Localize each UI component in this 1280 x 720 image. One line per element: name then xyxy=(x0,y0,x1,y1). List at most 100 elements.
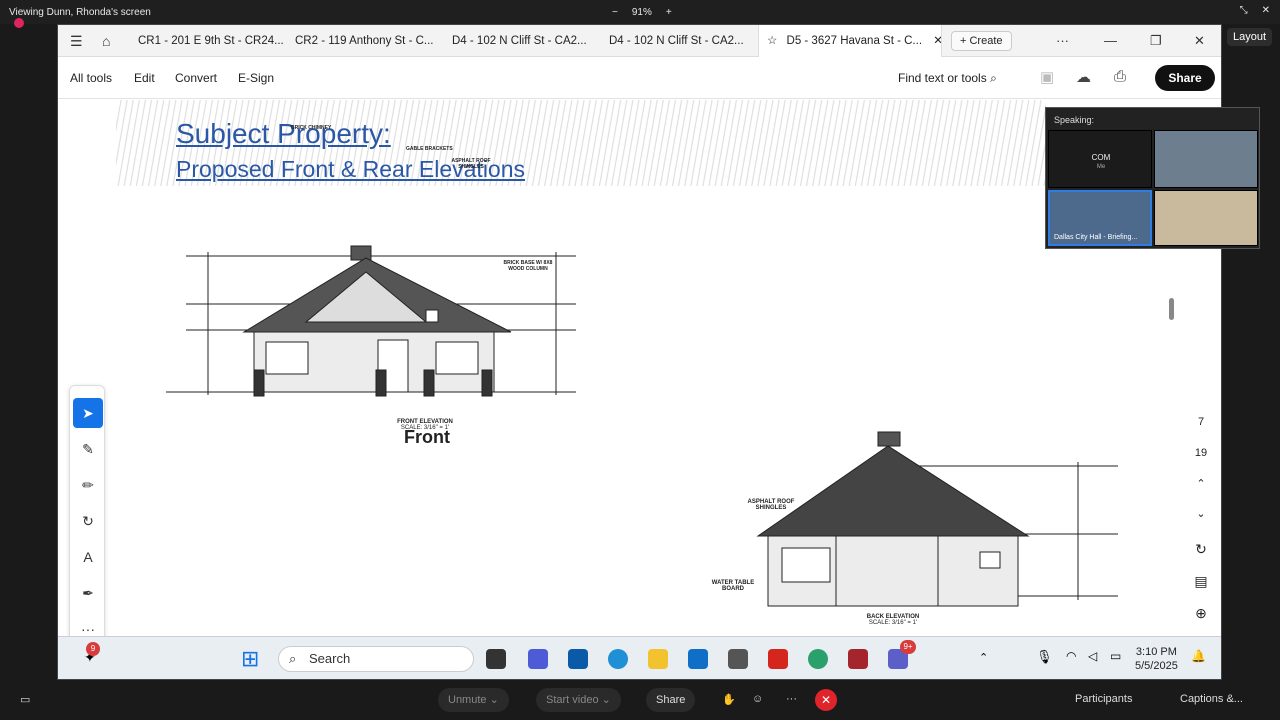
next-page-icon[interactable]: ⌄ xyxy=(1183,507,1219,520)
restore-icon[interactable]: ❐ xyxy=(1150,33,1162,49)
access-icon[interactable] xyxy=(848,649,868,669)
folder-icon[interactable] xyxy=(648,649,668,669)
share-document-button[interactable]: Share xyxy=(1155,65,1215,91)
taskbar-search[interactable]: ⌕ Search xyxy=(278,646,474,672)
video-tile-dallas[interactable]: Dallas City Hall - Briefing... xyxy=(1048,190,1152,246)
zoom-bottom-bar: ▭ Unmute ⌄ Start video ⌄ Share ✋ ☺ ··· ✕… xyxy=(0,680,1280,720)
store-icon[interactable] xyxy=(568,649,588,669)
more-icon[interactable]: ··· xyxy=(786,693,797,705)
app-icon[interactable] xyxy=(728,649,748,669)
menu-convert[interactable]: Convert xyxy=(175,71,217,85)
rotate-icon[interactable]: ↻ xyxy=(1183,541,1219,558)
minimize-icon[interactable]: — xyxy=(1104,33,1117,48)
tile-dallas-label: Dallas City Hall - Briefing... xyxy=(1054,234,1138,241)
menu-all-tools[interactable]: All tools xyxy=(70,71,112,85)
collapse-icon[interactable]: ⤡ xyxy=(1240,5,1248,16)
window-controls: ⤡ ✕ xyxy=(1240,5,1270,16)
file-explorer-icon[interactable] xyxy=(486,649,506,669)
chat-icon[interactable] xyxy=(528,649,548,669)
select-cursor-icon[interactable]: ➤ xyxy=(73,398,103,428)
tab-cr2[interactable]: CR2 - 119 Anthony St - C... xyxy=(295,25,445,57)
comment-icon[interactable]: ✎ xyxy=(73,434,103,464)
close-tab-icon[interactable]: ✕ xyxy=(933,35,941,47)
video-tile-com[interactable]: COM Me xyxy=(1048,130,1152,188)
teams-badge: 9+ xyxy=(900,640,916,654)
home-icon[interactable]: ⌂ xyxy=(102,33,110,49)
participants-button[interactable]: Participants xyxy=(1075,693,1132,705)
print-icon[interactable]: ⎙ xyxy=(1114,68,1126,85)
tab-label: CR2 - 119 Anthony St - C... xyxy=(295,35,434,47)
left-tool-panel: ➤ ✎ ✏ ↻ A ✒ ··· xyxy=(69,385,105,647)
previous-page-icon[interactable]: ⌃ xyxy=(1183,477,1219,490)
chat-bubble-icon[interactable]: ▭ xyxy=(20,693,30,706)
mic-muted-icon[interactable]: 🎙 xyxy=(1036,649,1053,665)
draw-loop-icon[interactable]: ↻ xyxy=(73,506,103,536)
unmute-label: Unmute xyxy=(448,694,487,706)
tab-d4-b[interactable]: D4 - 102 N Cliff St - CA2... xyxy=(609,25,759,57)
clock-date: 5/5/2025 xyxy=(1135,660,1178,672)
create-label: Create xyxy=(969,35,1003,47)
unmute-button[interactable]: Unmute ⌄ xyxy=(438,688,509,712)
cloud-upload-icon[interactable]: ☁ xyxy=(1076,68,1091,86)
note-asphalt-back: ASPHALT ROOF SHINGLES xyxy=(747,499,795,511)
more-options-icon[interactable]: ··· xyxy=(1056,33,1069,48)
battery-icon[interactable]: ▭ xyxy=(1110,649,1121,663)
zoom-out-button[interactable]: − xyxy=(612,7,618,18)
show-hidden-icons-icon[interactable]: ⌃ xyxy=(979,651,988,664)
share-screen-label: Share xyxy=(656,694,686,706)
note-brick-base: BRICK BASE W/ 8X8 WOOD COLUMN xyxy=(503,260,553,272)
layout-button[interactable]: Layout xyxy=(1226,28,1272,46)
zoom-video-panel[interactable]: Speaking: COM Me Dallas City Hall - Brie… xyxy=(1045,107,1260,249)
zoom-top-bar: Viewing Dunn, Rhonda's screen − 91% + ⤡ … xyxy=(0,0,1280,28)
browser-icon[interactable] xyxy=(808,649,828,669)
note-gable-brackets: GABLE BRACKETS xyxy=(406,146,453,152)
create-button[interactable]: + Create xyxy=(951,31,1012,51)
highlight-pen-icon[interactable]: ✏ xyxy=(73,470,103,500)
tab-d5-active[interactable]: ☆ D5 - 3627 Havana St - C... ✕ xyxy=(758,25,942,57)
current-page-number[interactable]: 7 xyxy=(1183,416,1219,428)
tab-cr1[interactable]: CR1 - 201 E 9th St - CR24... xyxy=(138,25,288,57)
sign-pen-icon[interactable]: ✒ xyxy=(73,578,103,608)
close-viewing-icon[interactable]: ✕ xyxy=(1262,5,1270,16)
scrollbar-thumb[interactable] xyxy=(1169,298,1174,320)
tab-d4-a[interactable]: D4 - 102 N Cliff St - CA2... xyxy=(452,25,602,57)
close-window-icon[interactable]: ✕ xyxy=(1194,33,1205,49)
volume-icon[interactable]: ◁ xyxy=(1088,649,1097,663)
recording-indicator-icon xyxy=(14,18,24,28)
video-tile-camera-2[interactable] xyxy=(1154,190,1258,246)
start-video-button[interactable]: Start video ⌄ xyxy=(536,688,621,712)
taskbar-search-label: Search xyxy=(309,651,351,666)
start-video-label: Start video xyxy=(546,694,599,706)
edge-icon[interactable] xyxy=(608,649,628,669)
hand-icon[interactable]: ✋ xyxy=(722,693,736,706)
zoom-level: 91% xyxy=(631,7,652,18)
share-screen-button[interactable]: Share xyxy=(646,688,696,712)
windows-start-icon[interactable]: ⊞ xyxy=(241,646,259,672)
menu-edit[interactable]: Edit xyxy=(134,71,155,85)
speaking-label: Speaking: xyxy=(1054,115,1095,125)
tab-label: D4 - 102 N Cliff St - CA2... xyxy=(609,35,744,47)
zoom-in-button[interactable]: + xyxy=(666,7,672,18)
zoom-in-icon[interactable]: ⊕ xyxy=(1183,605,1219,622)
notification-center-icon[interactable]: 🔔 xyxy=(1191,649,1206,663)
star-icon[interactable]: ☆ xyxy=(767,35,777,47)
video-tile-camera-1[interactable] xyxy=(1154,130,1258,188)
browser-tab-bar: ☰ ⌂ CR1 - 201 E 9th St - CR24... CR2 - 1… xyxy=(58,25,1221,57)
save-icon[interactable]: ▣ xyxy=(1040,68,1054,86)
text-select-icon[interactable]: A xyxy=(73,542,103,572)
page-thumbnail-icon[interactable]: ▤ xyxy=(1183,573,1219,590)
acrobat-icon[interactable] xyxy=(768,649,788,669)
outlook-icon[interactable] xyxy=(688,649,708,669)
wifi-icon[interactable]: ◠ xyxy=(1066,649,1076,663)
zoom-controls: − 91% + xyxy=(612,7,672,18)
menu-esign[interactable]: E-Sign xyxy=(238,71,274,85)
back-caption-scale: SCALE: 3/16" = 1' xyxy=(868,620,918,626)
leave-meeting-icon[interactable]: ✕ xyxy=(815,689,837,711)
com-label: COM xyxy=(1091,153,1111,162)
find-tools[interactable]: Find text or tools ⌕ xyxy=(898,71,997,86)
captions-button[interactable]: Captions &... xyxy=(1180,693,1243,705)
reactions-icon[interactable]: ☺ xyxy=(752,693,763,705)
participants-label: Participants xyxy=(1075,693,1133,705)
hamburger-menu-icon[interactable]: ☰ xyxy=(70,33,83,50)
system-clock[interactable]: 3:10 PM 5/5/2025 xyxy=(1135,645,1178,673)
